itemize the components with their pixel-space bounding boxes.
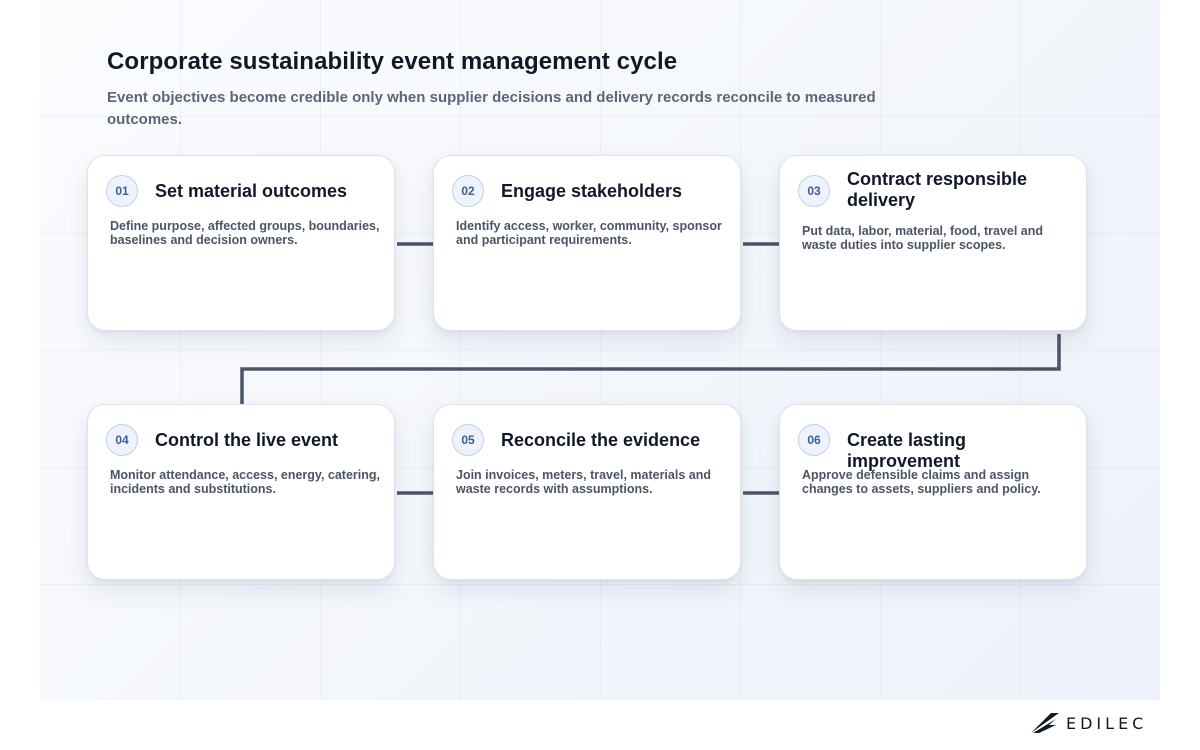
step-number-badge: 04 — [106, 424, 138, 456]
step-description: Join invoices, meters, travel, materials… — [456, 468, 711, 496]
brand-logo-text: EDILEC — [1066, 713, 1148, 733]
step-card-04: 04 Control the live event Monitor attend… — [87, 404, 395, 580]
connector-03-04 — [240, 334, 1061, 405]
step-description: Identify access, worker, community, spon… — [456, 219, 722, 247]
step-description: Approve defensible claims and assign cha… — [802, 468, 1041, 496]
step-title: Set material outcomes — [155, 181, 348, 201]
step-description: Define purpose, affected groups, boundar… — [110, 219, 380, 247]
step-description: Put data, labor, material, food, travel … — [802, 224, 1044, 252]
step-card-03: 03 Contract responsible delivery Put dat… — [779, 155, 1087, 331]
step-number-badge: 06 — [798, 424, 830, 456]
connector-lines — [240, 242, 1061, 495]
step-title: Reconcile the evidence — [501, 430, 701, 450]
step-number-badge: 01 — [106, 175, 138, 207]
step-title: Create lasting improvement — [847, 430, 967, 471]
step-card-01: 01 Set material outcomes Define purpose,… — [87, 155, 395, 331]
brand-logo: EDILEC — [1030, 710, 1147, 736]
step-card-05: 05 Reconcile the evidence Join invoices,… — [433, 404, 741, 580]
step-card-06: 06 Create lasting improvement Approve de… — [779, 404, 1087, 580]
step-number-badge: 02 — [452, 175, 484, 207]
step-title: Engage stakeholders — [501, 181, 683, 201]
step-title: Contract responsible delivery — [847, 169, 1028, 210]
wing-icon — [1031, 713, 1059, 733]
step-number-badge: 05 — [452, 424, 484, 456]
step-description: Monitor attendance, access, energy, cate… — [110, 468, 380, 496]
step-number-badge: 03 — [798, 175, 830, 207]
step-title: Control the live event — [155, 430, 339, 450]
step-card-02: 02 Engage stakeholders Identify access, … — [433, 155, 741, 331]
